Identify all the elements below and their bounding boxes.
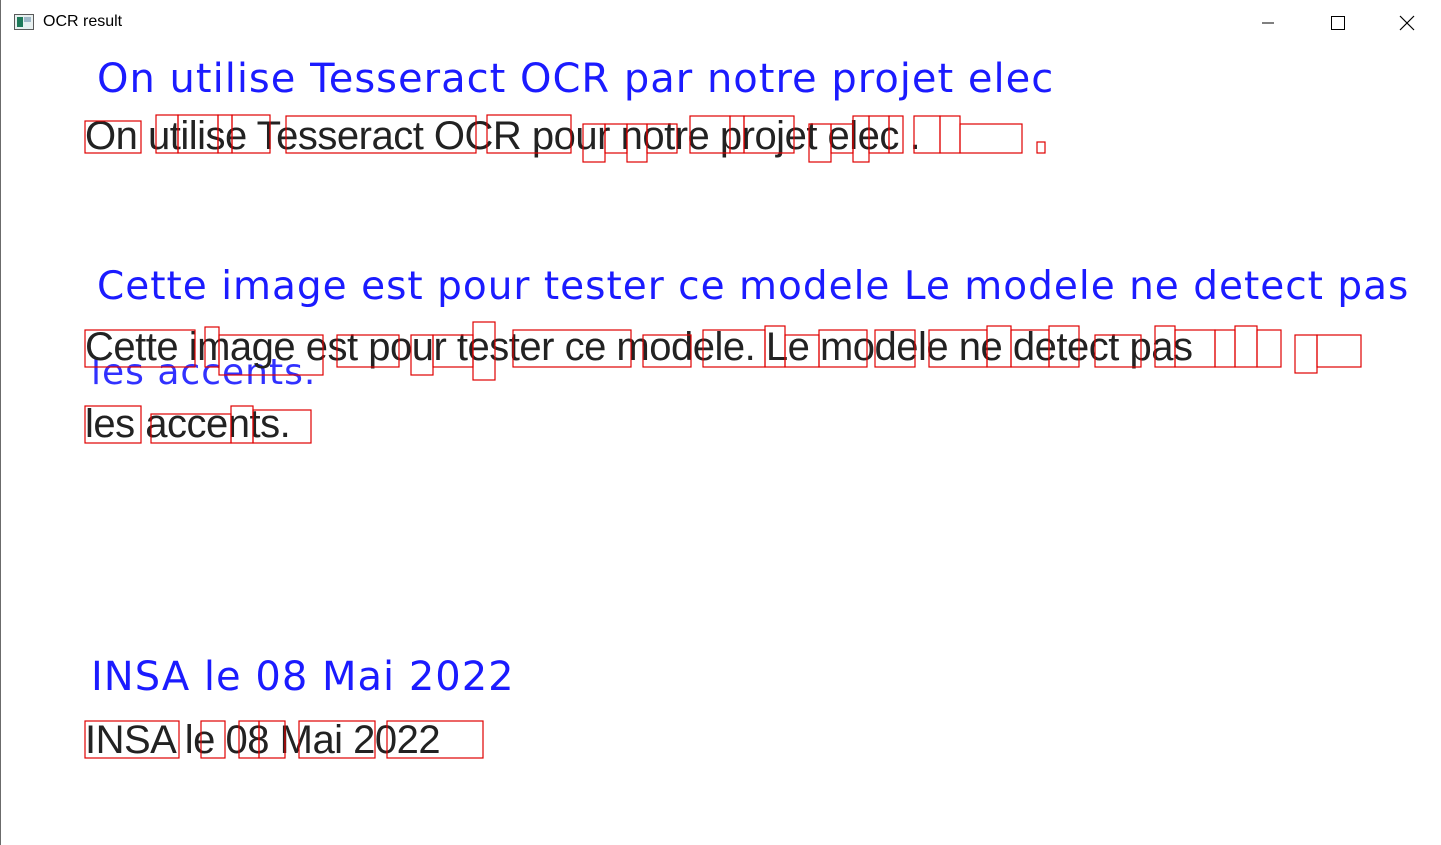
close-icon [1399,15,1415,31]
image-window-icon [14,14,34,30]
window-title: OCR result [43,13,123,30]
ocr-image-canvas: On utilise Tesseract OCR par notre proje… [1,46,1441,845]
bounding-boxes-line-4 [84,720,484,759]
bounding-boxes-line-2 [84,321,1362,381]
bounding-boxes-line-3 [84,405,312,444]
minimize-icon [1262,22,1274,24]
close-button[interactable] [1372,0,1441,46]
ocr-result-window: OCR result On utilise Tesseract OCR par … [0,0,1441,845]
title-bar[interactable]: OCR result [1,0,1441,46]
maximize-button[interactable] [1303,0,1373,46]
minimize-button[interactable] [1233,0,1303,46]
bounding-boxes-line-1 [84,114,1046,163]
character-bounding-boxes [84,114,1362,759]
maximize-icon [1331,16,1345,30]
